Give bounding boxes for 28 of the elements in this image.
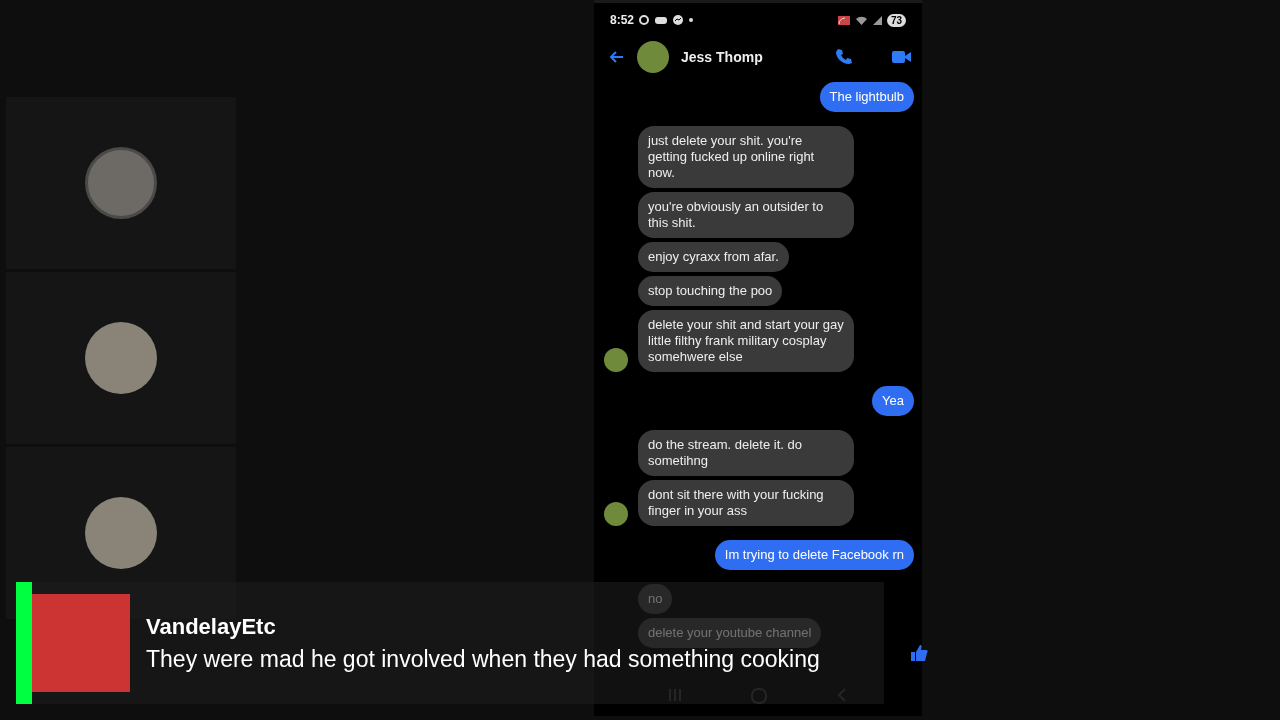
- battery-level: 73: [886, 13, 906, 27]
- signal-icon: [871, 14, 883, 26]
- thumbs-up-icon[interactable]: [910, 644, 928, 662]
- status-time: 8:52: [610, 13, 635, 27]
- received-message: delete your youtube channel: [638, 618, 822, 648]
- comment-text: They were mad he got involved when they had something cooking: [146, 645, 820, 673]
- back-arrow-icon[interactable]: [608, 49, 625, 65]
- chat-bubble-icon: [672, 14, 685, 26]
- contact-name: Jess Thomp: [681, 49, 763, 65]
- cast-icon: [836, 14, 851, 26]
- video-call-icon[interactable]: [891, 48, 912, 66]
- received-message: delete your shit and start your gay little filthy frank military cosplay somehwere else: [638, 310, 854, 372]
- sent-message: Im trying to delete Facebook rn: [714, 540, 914, 570]
- contact-avatar-placeholder: [637, 41, 669, 73]
- comment-author: VandelayEtc: [146, 613, 276, 640]
- received-message: stop touching the poo: [638, 276, 783, 306]
- phone-call-icon[interactable]: [835, 48, 853, 66]
- record-icon: [638, 14, 651, 26]
- wifi-icon: [854, 14, 868, 26]
- received-message: just delete your shit. you're getting fucked up online right now.: [638, 126, 854, 188]
- received-message: enjoy cyraxx from afar.: [638, 242, 789, 272]
- sent-message: The lightbulb: [819, 82, 914, 112]
- received-message: do the stream. delete it. do sometihng: [638, 430, 854, 476]
- received-message: no: [638, 584, 673, 614]
- dot-icon: [688, 17, 695, 23]
- sent-message: Yea: [872, 386, 914, 416]
- received-message: you're obviously an outsider to this shit.: [638, 192, 854, 238]
- received-message: dont sit there with your fucking finger in your ass: [638, 480, 854, 526]
